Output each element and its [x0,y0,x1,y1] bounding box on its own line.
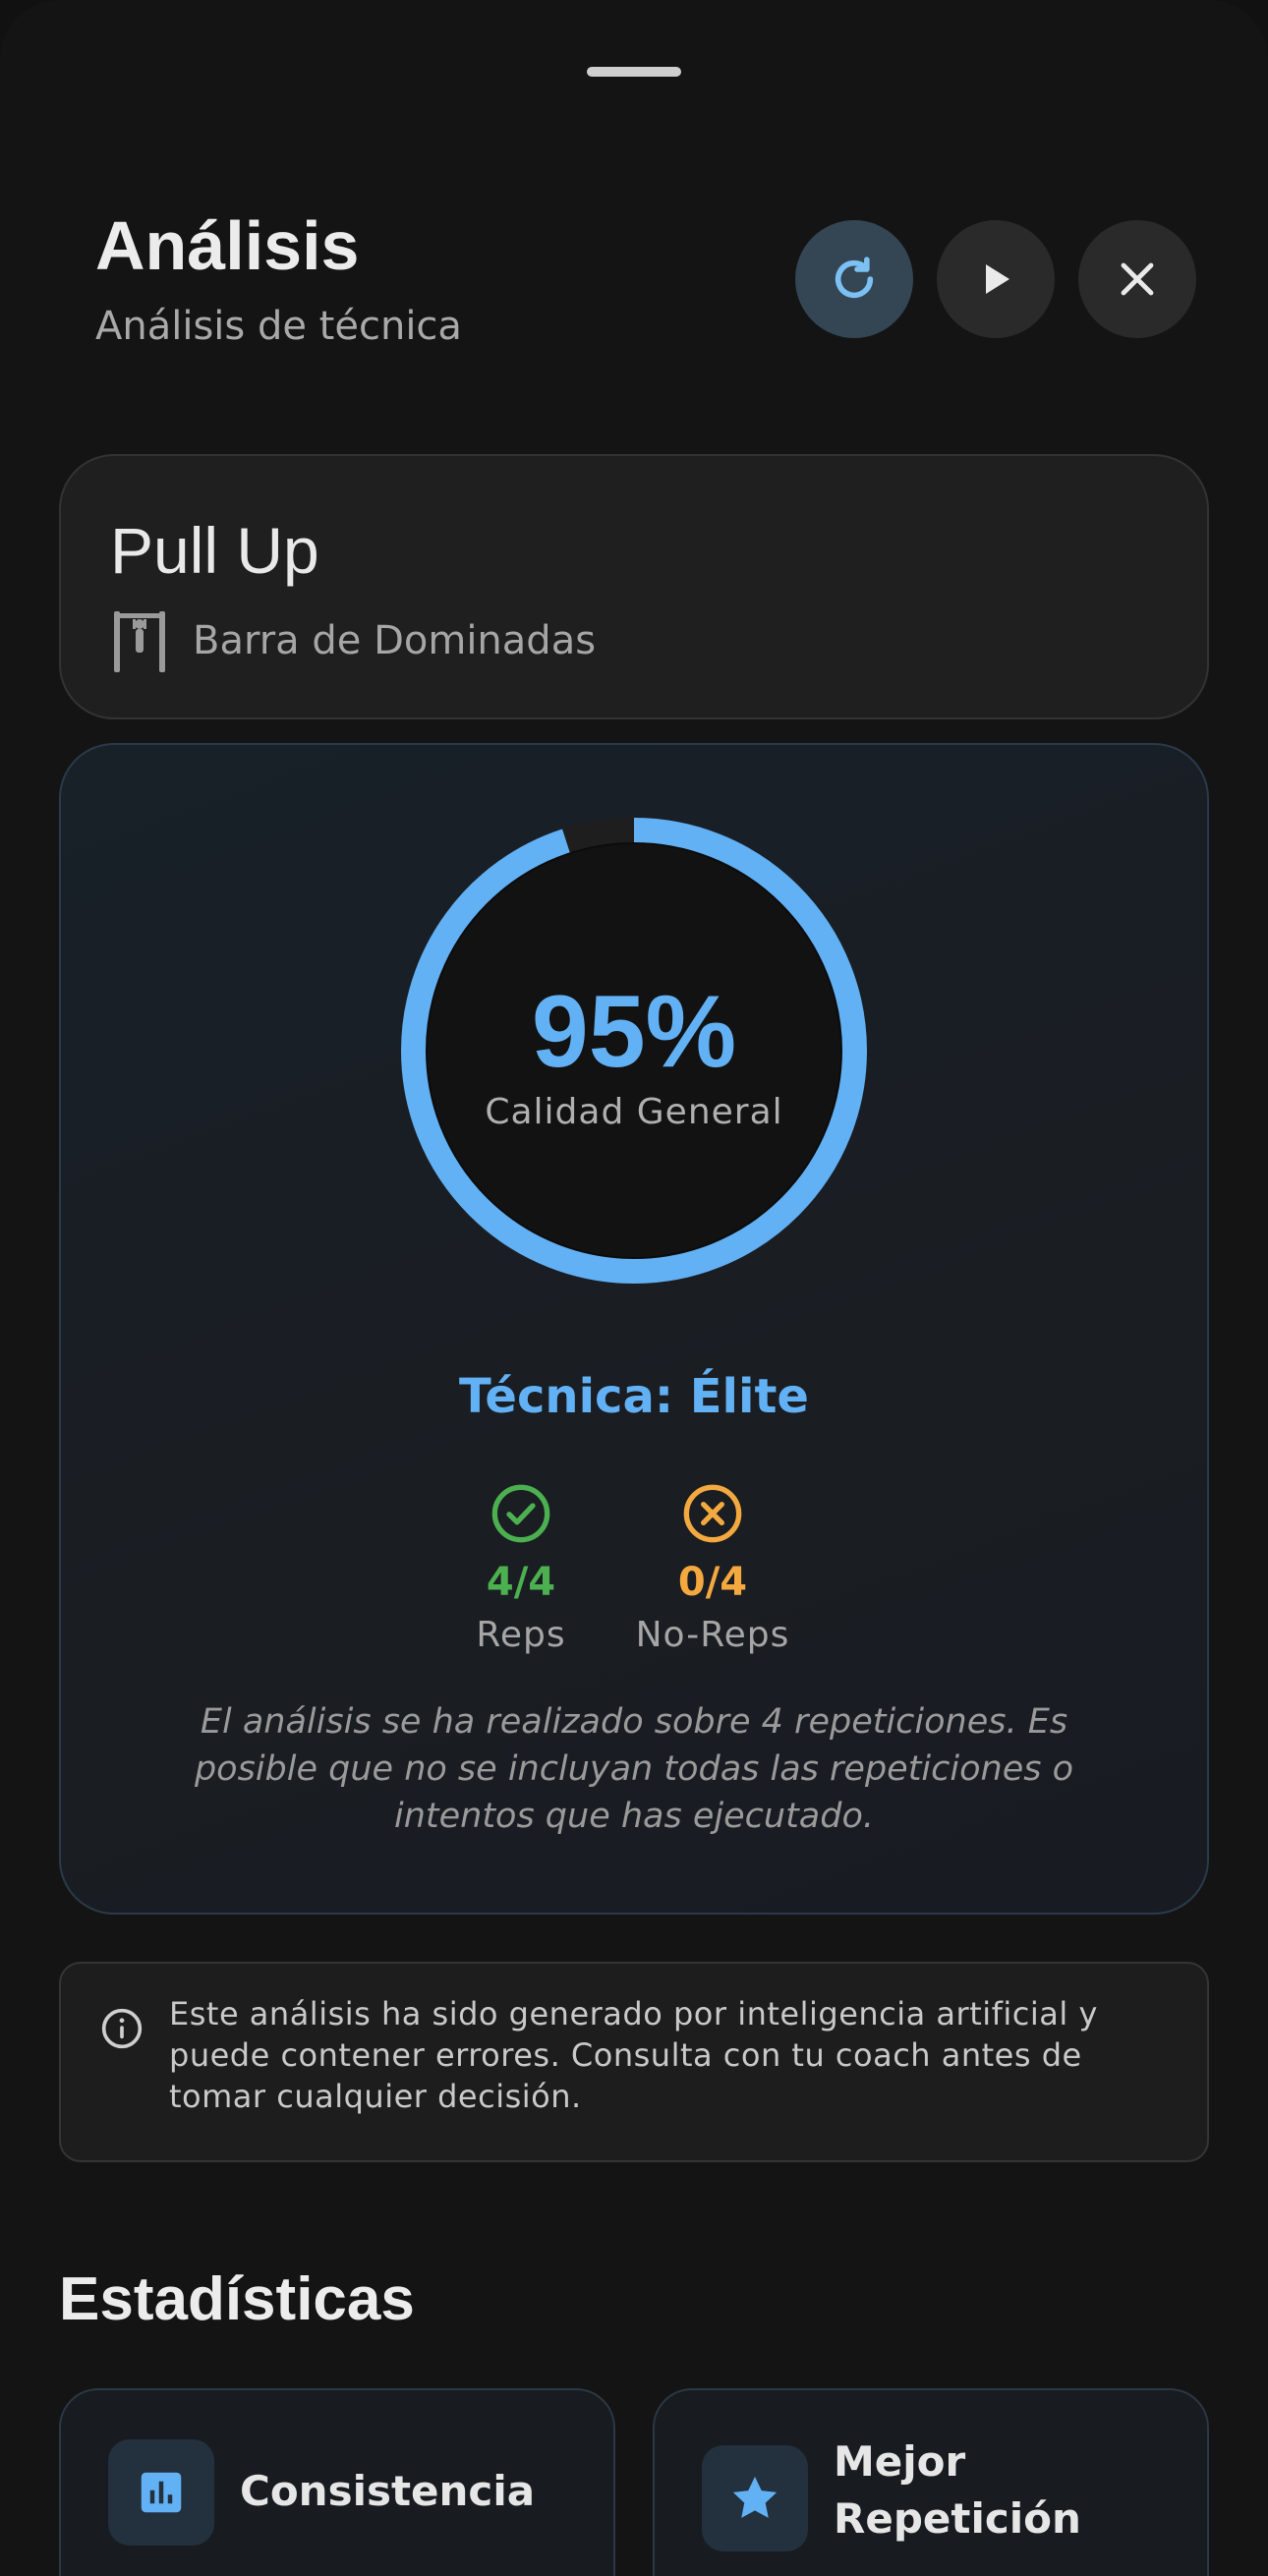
equipment-label: Barra de Dominadas [193,618,597,663]
technique-level: Técnica: Élite [459,1369,809,1424]
info-icon [101,2008,143,2049]
consistency-label: Consistencia [240,2467,536,2515]
refresh-icon [835,257,874,299]
disclaimer-text: Este análisis ha sido generado por intel… [169,1995,1098,2115]
play-icon [986,264,1009,294]
page-title: Análisis [95,207,360,284]
star-icon [702,2445,808,2551]
noreps-value: 0/4 [677,1560,748,1605]
exercise-card: Pull Up Barra de Dominadas [59,454,1209,719]
close-button[interactable] [1078,220,1196,338]
consistency-card[interactable]: Consistencia [59,2388,615,2576]
analysis-sheet: Análisis Análisis de técnica Pull Up Bar… [0,0,1268,2576]
quality-label: Calidad General [485,1092,783,1132]
reps-label: Reps [476,1615,566,1655]
score-card: 95% Calidad General Técnica: Élite 4/4 R… [59,743,1209,1915]
x-circle-icon [683,1484,742,1543]
play-button[interactable] [937,220,1055,338]
bar-chart-icon [108,2439,214,2546]
pull-up-bar-icon [114,611,165,672]
exercise-name: Pull Up [110,514,319,587]
sheet-grabber[interactable] [587,67,681,77]
best-rep-card[interactable]: Mejor Repetición [653,2388,1209,2576]
check-circle-icon [491,1484,550,1543]
close-icon [1121,262,1154,296]
analysis-note: El análisis se ha realizado sobre 4 repe… [194,1702,1074,1836]
stats-section-title: Estadísticas [59,2265,415,2333]
page-subtitle: Análisis de técnica [95,304,462,349]
noreps-stat: 0/4 No-Reps [614,1482,811,1659]
quality-percent: 95% [531,975,737,1089]
noreps-label: No-Reps [635,1615,790,1655]
reps-stat: 4/4 Reps [423,1482,619,1659]
refresh-button[interactable] [795,220,913,338]
best-rep-label: Mejor Repetición [834,2437,1081,2543]
reps-value: 4/4 [486,1560,556,1605]
ai-disclaimer: Este análisis ha sido generado por intel… [59,1962,1209,2162]
